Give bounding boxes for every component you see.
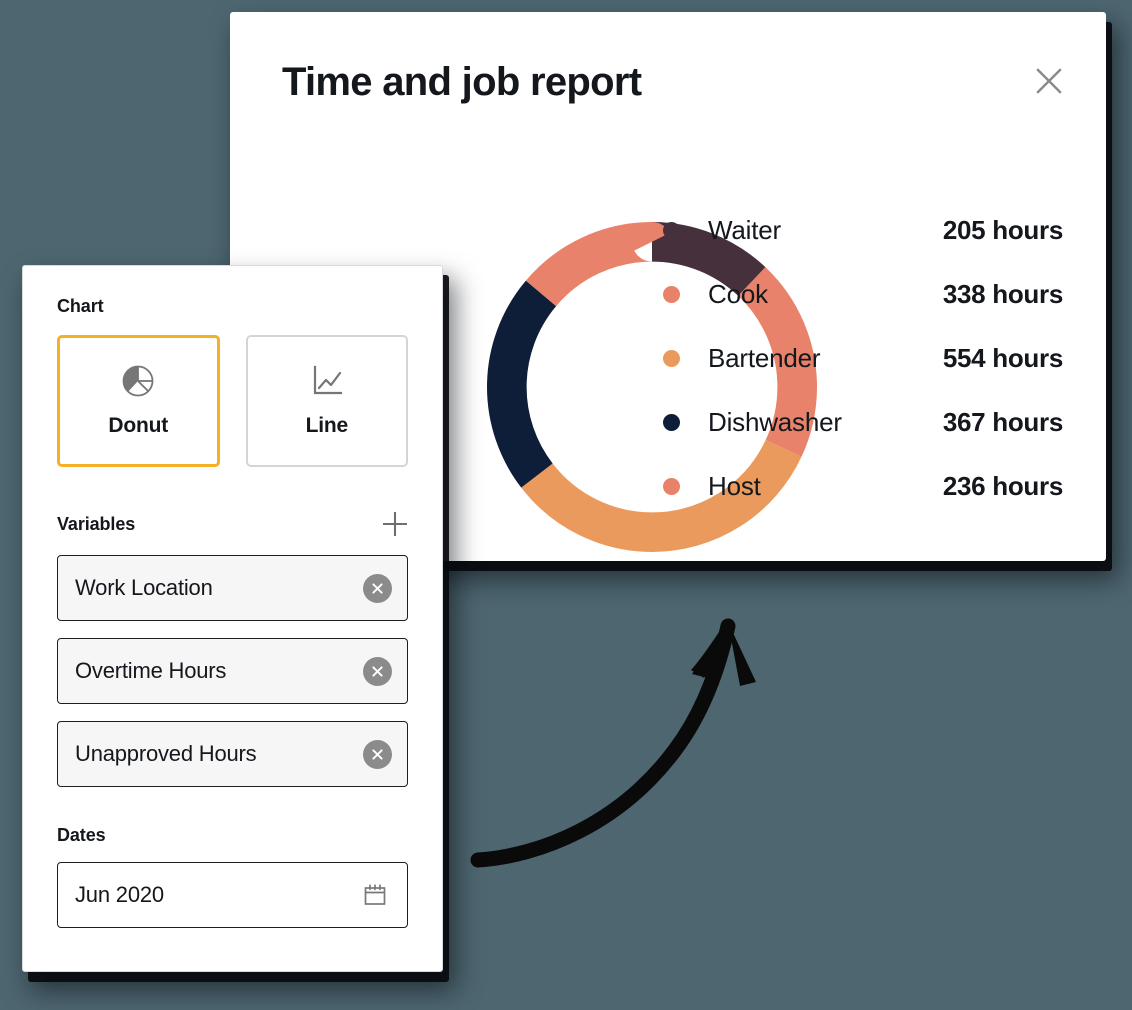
legend-row-dishwasher[interactable]: Dishwasher 367 hours	[663, 390, 1063, 454]
variable-chip-unapproved-hours[interactable]: Unapproved Hours	[57, 721, 408, 787]
legend-row-bartender[interactable]: Bartender 554 hours	[663, 326, 1063, 390]
legend-value: 338 hours	[942, 278, 1063, 309]
chart-section-label: Chart	[57, 296, 104, 316]
line-chart-icon	[310, 364, 344, 398]
legend-value: 367 hours	[942, 406, 1063, 437]
chart-settings-panel: Chart Donut Line Variables Work Location…	[22, 265, 443, 972]
page-title: Time and job report	[282, 60, 642, 104]
report-header: Time and job report	[230, 12, 1106, 162]
chart-type-options: Donut Line	[57, 335, 408, 467]
chart-type-option-donut[interactable]: Donut	[57, 335, 220, 467]
close-button[interactable]	[1028, 60, 1070, 102]
remove-circle-icon	[372, 748, 383, 760]
date-value: Jun 2020	[75, 882, 164, 907]
remove-variable-button[interactable]	[363, 739, 392, 769]
variables-section-header: Variables	[57, 509, 408, 539]
legend-color-dot	[663, 285, 680, 303]
curved-arrow-annotation	[470, 618, 756, 868]
legend-label: Waiter	[708, 214, 781, 245]
legend-label: Bartender	[708, 342, 821, 373]
dates-section-label: Dates	[57, 825, 106, 845]
legend-label: Host	[708, 470, 761, 501]
legend-value: 205 hours	[942, 214, 1063, 245]
plus-icon	[383, 512, 407, 536]
close-icon	[1036, 68, 1062, 94]
legend-color-dot	[663, 477, 680, 495]
calendar-icon	[364, 884, 386, 905]
legend-row-waiter[interactable]: Waiter 205 hours	[663, 198, 1063, 262]
chart-type-label: Line	[305, 414, 349, 437]
remove-circle-icon	[372, 665, 383, 677]
variable-name: Overtime Hours	[75, 658, 227, 683]
dates-section-header: Dates	[57, 825, 408, 846]
screenshot-stage: Time and job report Waiter 205 hours Coo…	[0, 0, 1132, 1010]
legend-label: Dishwasher	[708, 406, 842, 437]
variable-name: Work Location	[75, 575, 213, 600]
variables-list: Work Location Overtime Hours Unapproved …	[57, 555, 408, 787]
legend-row-cook[interactable]: Cook 338 hours	[663, 262, 1063, 326]
legend-value: 554 hours	[942, 342, 1063, 373]
legend-value: 236 hours	[942, 470, 1063, 501]
variable-name: Unapproved Hours	[75, 741, 257, 766]
remove-circle-icon	[372, 582, 383, 594]
remove-variable-button[interactable]	[363, 656, 392, 686]
remove-variable-button[interactable]	[363, 573, 392, 603]
legend-color-dot	[663, 349, 680, 367]
variables-section-label: Variables	[57, 513, 136, 534]
legend-row-host[interactable]: Host 236 hours	[663, 454, 1063, 518]
date-picker-field[interactable]: Jun 2020	[57, 862, 408, 928]
add-variable-button[interactable]	[380, 509, 410, 539]
legend-label: Cook	[708, 278, 768, 309]
legend-color-dot	[663, 413, 680, 431]
variable-chip-overtime-hours[interactable]: Overtime Hours	[57, 638, 408, 704]
donut-chart-icon	[121, 364, 155, 398]
chart-type-label: Donut	[108, 414, 169, 437]
legend-color-dot	[663, 221, 680, 239]
chart-type-option-line[interactable]: Line	[245, 335, 408, 467]
chart-section-header: Chart	[57, 296, 408, 317]
calendar-button[interactable]	[360, 880, 390, 910]
chart-legend: Waiter 205 hours Cook 338 hours Bartende…	[663, 198, 1063, 518]
variable-chip-work-location[interactable]: Work Location	[57, 555, 408, 621]
